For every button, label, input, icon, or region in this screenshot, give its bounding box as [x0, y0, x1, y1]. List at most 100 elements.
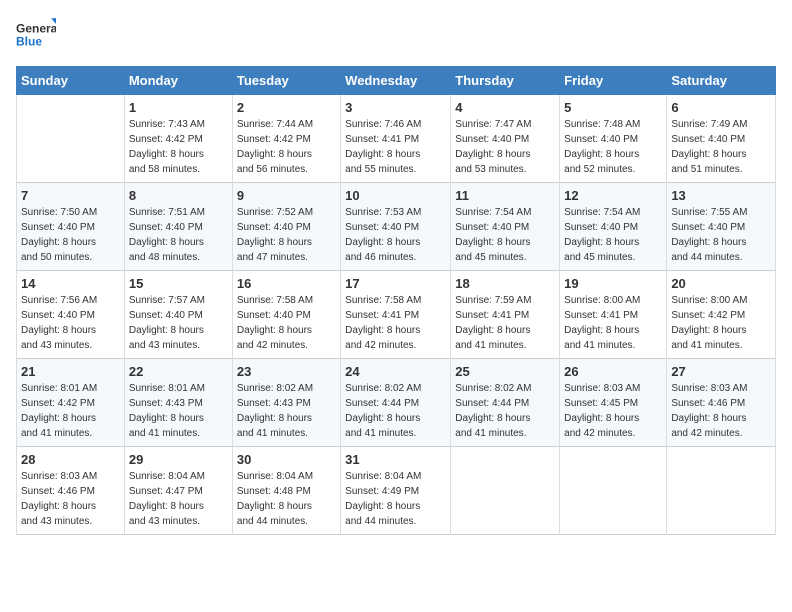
day-info: Sunrise: 7:54 AM Sunset: 4:40 PM Dayligh… [455, 205, 555, 265]
day-info: Sunrise: 7:48 AM Sunset: 4:40 PM Dayligh… [564, 117, 662, 177]
day-number: 9 [237, 188, 336, 203]
day-number: 7 [21, 188, 120, 203]
calendar-table: SundayMondayTuesdayWednesdayThursdayFrid… [16, 66, 776, 535]
calendar-cell: 27 Sunrise: 8:03 AM Sunset: 4:46 PM Dayli… [667, 359, 776, 447]
day-number: 12 [564, 188, 662, 203]
weekday-header: Tuesday [232, 67, 340, 95]
calendar-cell: 20Sunrise: 8:00 AM Sunset: 4:42 PM Dayli… [667, 271, 776, 359]
day-info: Sunrise: 8:02 AM Sunset: 4:44 PM Dayligh… [455, 381, 555, 441]
day-info: Sunrise: 7:58 AM Sunset: 4:40 PM Dayligh… [237, 293, 336, 353]
day-info: Sunrise: 7:54 AM Sunset: 4:40 PM Dayligh… [564, 205, 662, 265]
day-info: Sunrise: 7:50 AM Sunset: 4:40 PM Dayligh… [21, 205, 120, 265]
day-info: Sunrise: 8:04 AM Sunset: 4:48 PM Dayligh… [237, 469, 336, 529]
day-number: 27 [671, 364, 771, 379]
calendar-cell: 14Sunrise: 7:56 AM Sunset: 4:40 PM Dayli… [17, 271, 125, 359]
calendar-cell [17, 95, 125, 183]
calendar-cell: 5Sunrise: 7:48 AM Sunset: 4:40 PM Daylig… [560, 95, 667, 183]
calendar-cell: 4 Sunrise: 7:47 AM Sunset: 4:40 PM Daylig… [451, 95, 560, 183]
day-number: 13 [671, 188, 771, 203]
day-number: 10 [345, 188, 446, 203]
calendar-cell: 19 Sunrise: 8:00 AM Sunset: 4:41 PM Dayli… [560, 271, 667, 359]
calendar-cell: 12 Sunrise: 7:54 AM Sunset: 4:40 PM Dayli… [560, 183, 667, 271]
calendar-cell: 30Sunrise: 8:04 AM Sunset: 4:48 PM Dayli… [232, 447, 340, 535]
calendar-cell: 8 Sunrise: 7:51 AM Sunset: 4:40 PM Daylig… [124, 183, 232, 271]
calendar-cell: 1Sunrise: 7:43 AM Sunset: 4:42 PM Daylig… [124, 95, 232, 183]
calendar-cell: 26 Sunrise: 8:03 AM Sunset: 4:45 PM Dayli… [560, 359, 667, 447]
calendar-week-row: 28 Sunrise: 8:03 AM Sunset: 4:46 PM Dayli… [17, 447, 776, 535]
day-number: 19 [564, 276, 662, 291]
svg-text:Blue: Blue [16, 34, 42, 48]
day-info: Sunrise: 8:00 AM Sunset: 4:42 PM Dayligh… [671, 293, 771, 353]
day-info: Sunrise: 8:03 AM Sunset: 4:46 PM Dayligh… [21, 469, 120, 529]
day-number: 8 [129, 188, 228, 203]
day-info: Sunrise: 7:58 AM Sunset: 4:41 PM Dayligh… [345, 293, 446, 353]
day-info: Sunrise: 7:49 AM Sunset: 4:40 PM Dayligh… [671, 117, 771, 177]
day-info: Sunrise: 7:51 AM Sunset: 4:40 PM Dayligh… [129, 205, 228, 265]
day-info: Sunrise: 7:55 AM Sunset: 4:40 PM Dayligh… [671, 205, 771, 265]
calendar-cell [667, 447, 776, 535]
day-info: Sunrise: 7:47 AM Sunset: 4:40 PM Dayligh… [455, 117, 555, 177]
day-number: 18 [455, 276, 555, 291]
calendar-cell: 24Sunrise: 8:02 AM Sunset: 4:44 PM Dayli… [341, 359, 451, 447]
day-info: Sunrise: 7:46 AM Sunset: 4:41 PM Dayligh… [345, 117, 446, 177]
calendar-week-row: 7 Sunrise: 7:50 AM Sunset: 4:40 PM Daylig… [17, 183, 776, 271]
day-info: Sunrise: 8:00 AM Sunset: 4:41 PM Dayligh… [564, 293, 662, 353]
day-number: 31 [345, 452, 446, 467]
calendar-cell: 9 Sunrise: 7:52 AM Sunset: 4:40 PM Daylig… [232, 183, 340, 271]
day-info: Sunrise: 7:44 AM Sunset: 4:42 PM Dayligh… [237, 117, 336, 177]
day-number: 25 [455, 364, 555, 379]
calendar-cell: 15 Sunrise: 7:57 AM Sunset: 4:40 PM Dayli… [124, 271, 232, 359]
day-number: 22 [129, 364, 228, 379]
calendar-cell: 10 Sunrise: 7:53 AM Sunset: 4:40 PM Dayli… [341, 183, 451, 271]
calendar-cell: 3 Sunrise: 7:46 AM Sunset: 4:41 PM Daylig… [341, 95, 451, 183]
day-number: 21 [21, 364, 120, 379]
calendar-week-row: 14Sunrise: 7:56 AM Sunset: 4:40 PM Dayli… [17, 271, 776, 359]
calendar-cell: 18 Sunrise: 7:59 AM Sunset: 4:41 PM Dayli… [451, 271, 560, 359]
day-number: 2 [237, 100, 336, 115]
day-number: 11 [455, 188, 555, 203]
calendar-cell: 11 Sunrise: 7:54 AM Sunset: 4:40 PM Dayli… [451, 183, 560, 271]
day-number: 4 [455, 100, 555, 115]
day-info: Sunrise: 8:03 AM Sunset: 4:45 PM Dayligh… [564, 381, 662, 441]
day-number: 29 [129, 452, 228, 467]
weekday-header: Wednesday [341, 67, 451, 95]
day-number: 16 [237, 276, 336, 291]
day-info: Sunrise: 7:52 AM Sunset: 4:40 PM Dayligh… [237, 205, 336, 265]
weekday-header: Saturday [667, 67, 776, 95]
day-number: 23 [237, 364, 336, 379]
day-info: Sunrise: 8:01 AM Sunset: 4:42 PM Dayligh… [21, 381, 120, 441]
weekday-header: Monday [124, 67, 232, 95]
calendar-cell [451, 447, 560, 535]
calendar-cell: 2 Sunrise: 7:44 AM Sunset: 4:42 PM Daylig… [232, 95, 340, 183]
day-info: Sunrise: 8:03 AM Sunset: 4:46 PM Dayligh… [671, 381, 771, 441]
day-number: 15 [129, 276, 228, 291]
day-info: Sunrise: 8:02 AM Sunset: 4:44 PM Dayligh… [345, 381, 446, 441]
day-number: 3 [345, 100, 446, 115]
calendar-cell: 21 Sunrise: 8:01 AM Sunset: 4:42 PM Dayli… [17, 359, 125, 447]
day-number: 28 [21, 452, 120, 467]
day-number: 6 [671, 100, 771, 115]
weekday-header: Sunday [17, 67, 125, 95]
day-info: Sunrise: 7:43 AM Sunset: 4:42 PM Dayligh… [129, 117, 228, 177]
logo: General Blue [16, 16, 56, 54]
calendar-header-row: SundayMondayTuesdayWednesdayThursdayFrid… [17, 67, 776, 95]
calendar-week-row: 1Sunrise: 7:43 AM Sunset: 4:42 PM Daylig… [17, 95, 776, 183]
weekday-header: Friday [560, 67, 667, 95]
day-number: 17 [345, 276, 446, 291]
calendar-cell: 25 Sunrise: 8:02 AM Sunset: 4:44 PM Dayli… [451, 359, 560, 447]
logo-icon: General Blue [16, 16, 56, 54]
weekday-header: Thursday [451, 67, 560, 95]
day-info: Sunrise: 7:59 AM Sunset: 4:41 PM Dayligh… [455, 293, 555, 353]
calendar-cell: 23Sunrise: 8:02 AM Sunset: 4:43 PM Dayli… [232, 359, 340, 447]
calendar-cell [560, 447, 667, 535]
calendar-cell: 28 Sunrise: 8:03 AM Sunset: 4:46 PM Dayli… [17, 447, 125, 535]
day-info: Sunrise: 7:53 AM Sunset: 4:40 PM Dayligh… [345, 205, 446, 265]
calendar-cell: 17 Sunrise: 7:58 AM Sunset: 4:41 PM Dayli… [341, 271, 451, 359]
day-number: 26 [564, 364, 662, 379]
calendar-cell: 22 Sunrise: 8:01 AM Sunset: 4:43 PM Dayli… [124, 359, 232, 447]
calendar-cell: 16 Sunrise: 7:58 AM Sunset: 4:40 PM Dayli… [232, 271, 340, 359]
day-info: Sunrise: 7:57 AM Sunset: 4:40 PM Dayligh… [129, 293, 228, 353]
page-header: General Blue [16, 16, 776, 54]
svg-text:General: General [16, 22, 56, 36]
day-info: Sunrise: 8:01 AM Sunset: 4:43 PM Dayligh… [129, 381, 228, 441]
